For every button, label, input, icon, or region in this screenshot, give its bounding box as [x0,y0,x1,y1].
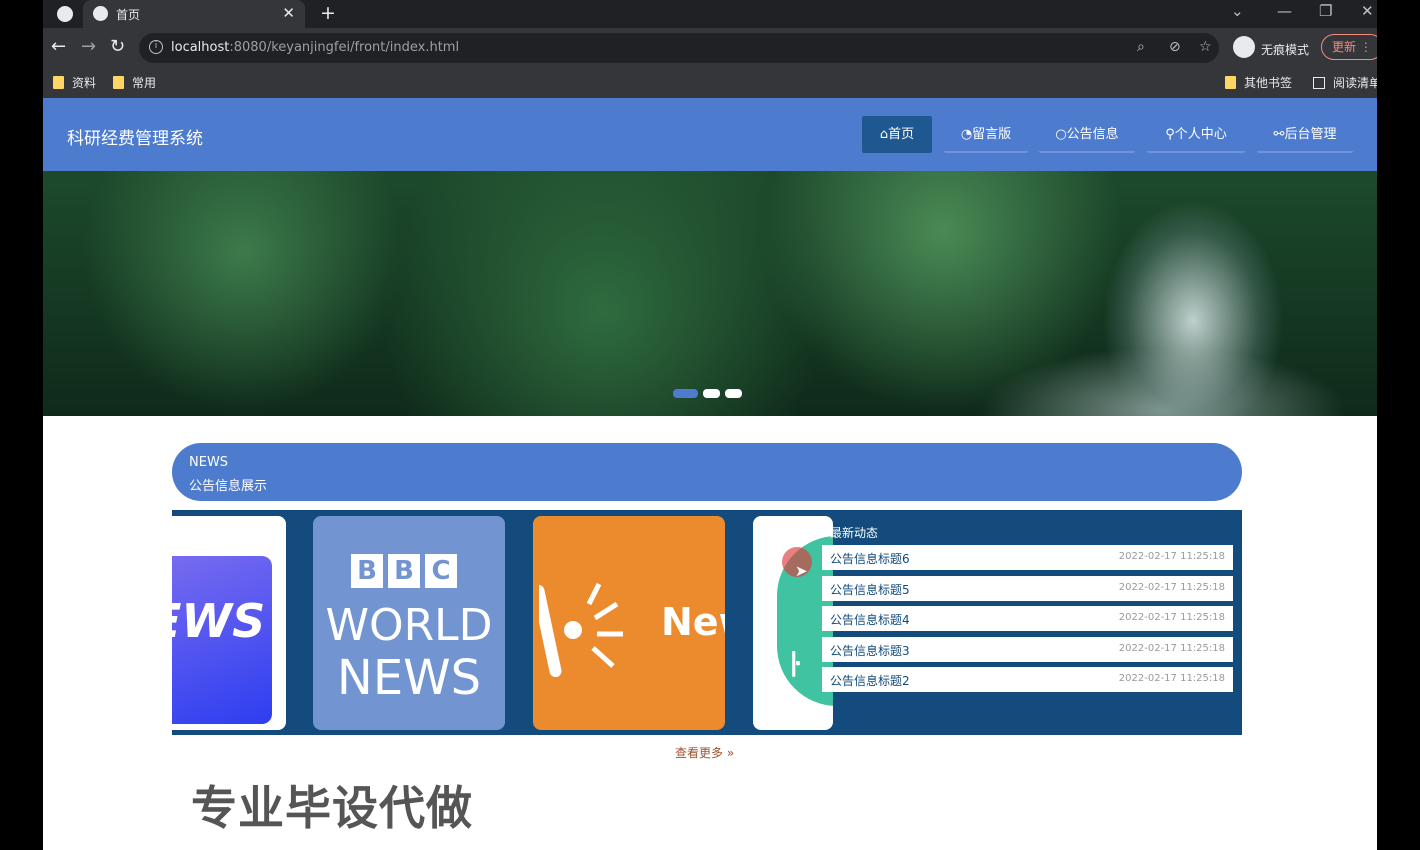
banner-carousel[interactable] [43,171,1377,416]
bbc-news-text: NEWS [336,650,482,706]
browser-window: 首页 ✕ + ⌄ — ❐ ✕ ← → ↻ i localhost:8080/ke… [43,0,1377,850]
news-image-text: New [661,600,725,644]
news-section-header: NEWS 公告信息展示 [172,443,1242,501]
maximize-icon[interactable]: ❐ [1319,2,1332,20]
news-list-item[interactable]: 公告信息标题3 2022-02-17 11:25:18 [822,637,1233,662]
incognito-icon[interactable] [1233,36,1255,58]
bbc-logo: BBC [351,554,462,588]
minimize-icon[interactable]: — [1277,2,1292,20]
site-info-icon[interactable]: i [149,40,163,54]
folder-icon [53,76,64,89]
home-icon: ⌂ [879,127,889,142]
news-image-text: ŀ [789,646,801,686]
news-image-text: EWS [172,594,266,648]
browser-menu-icon[interactable] [57,6,73,22]
news-panel: EWS BBC WORLD NEWS New ŀ 最新动态 公告信息标 [172,510,1242,735]
reload-icon[interactable]: ↻ [110,36,125,57]
news-list-item[interactable]: 公告信息标题2 2022-02-17 11:25:18 [822,667,1233,692]
nav-message-board[interactable]: ◔留言版 [944,116,1028,153]
bbc-world-text: WORLD [325,600,493,651]
url-text: localhost:8080/keyanjingfei/front/index.… [171,40,460,55]
news-image-3[interactable]: New [533,516,725,730]
carousel-dot-2[interactable] [703,389,720,398]
megaphone-icon [539,582,623,678]
view-more-link[interactable]: 查看更多 » [675,744,734,761]
close-window-icon[interactable]: ✕ [1361,2,1374,20]
user-icon: ⚲ [1165,127,1175,142]
carousel-dot-1[interactable] [673,389,698,398]
close-tab-icon[interactable]: ✕ [282,4,295,22]
address-bar[interactable]: i localhost:8080/keyanjingfei/front/inde… [139,33,1219,63]
circle-icon: ○ [1055,127,1067,142]
message-icon: ◔ [960,127,973,142]
news-list-item[interactable]: 公告信息标题6 2022-02-17 11:25:18 [822,545,1233,570]
reading-list-icon [1313,77,1325,89]
site-header: 科研经费管理系统 ⌂首页 ◔留言版 ○公告信息 ⚲个人中心 ⚯后台管理 [43,98,1377,171]
tab-strip: 首页 ✕ + ⌄ — ❐ ✕ [43,0,1377,28]
news-label-en: NEWS [189,455,229,470]
bookmarks-bar: 资料 常用 其他书签 阅读清单 [43,68,1377,98]
folder-icon [113,76,124,89]
other-bookmarks[interactable]: 其他书签 [1225,74,1292,91]
nav-admin[interactable]: ⚯后台管理 [1257,116,1353,153]
folder-icon [1225,76,1236,89]
nav-personal-center[interactable]: ⚲个人中心 [1147,116,1245,153]
bookmark-star-icon[interactable]: ☆ [1199,39,1212,55]
zoom-icon[interactable]: ⌕ [1137,39,1145,55]
browser-toolbar: ← → ↻ i localhost:8080/keyanjingfei/fron… [43,28,1377,68]
browser-tab[interactable]: 首页 ✕ [83,0,305,28]
nav-home[interactable]: ⌂首页 [862,116,932,153]
tab-search-icon[interactable]: ⌄ [1231,2,1244,20]
news-image-bbc[interactable]: BBC WORLD NEWS [313,516,505,730]
watermark-text: 专业毕设代做 [191,781,473,835]
update-button[interactable]: 更新 ⋮ [1321,34,1377,60]
incognito-label[interactable]: 无痕模式 [1261,41,1309,58]
double-chevron-right-icon: » [726,746,735,760]
news-list-item[interactable]: 公告信息标题5 2022-02-17 11:25:18 [822,576,1233,601]
news-list-item[interactable]: 公告信息标题4 2022-02-17 11:25:18 [822,606,1233,631]
tracking-blocked-icon[interactable]: ⊘ [1169,39,1181,55]
nav-announcements[interactable]: ○公告信息 [1039,116,1135,153]
back-icon[interactable]: ← [51,36,66,57]
bookmark-folder-ziliao[interactable]: 资料 [53,74,96,91]
news-image-1[interactable]: EWS [172,516,286,730]
site-title: 科研经费管理系统 [67,129,203,149]
bookmark-folder-changyong[interactable]: 常用 [113,74,156,91]
news-label-cn: 公告信息展示 [189,479,268,494]
new-tab-icon[interactable]: + [320,2,336,24]
mouse-pointer-icon: ➤ [795,562,808,580]
forward-icon[interactable]: → [81,36,96,57]
globe-icon [93,6,108,21]
reading-list[interactable]: 阅读清单 [1313,74,1377,91]
latest-news-title: 最新动态 [830,526,879,540]
link-icon: ⚯ [1273,127,1285,142]
carousel-dot-3[interactable] [725,389,742,398]
tab-title: 首页 [116,8,141,22]
